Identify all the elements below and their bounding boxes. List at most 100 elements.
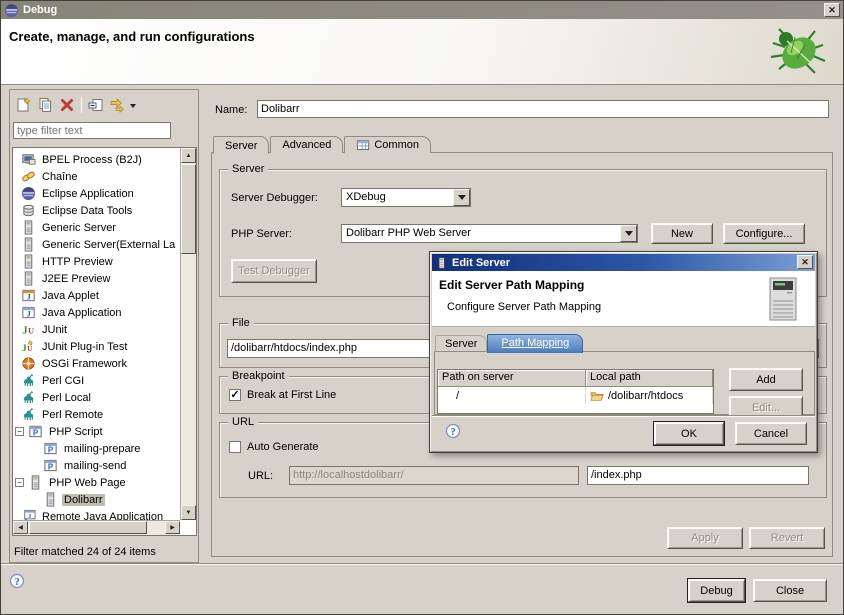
path-on-server-cell[interactable]: / (438, 387, 586, 404)
menu-caret-icon[interactable] (130, 104, 136, 111)
add-mapping-button[interactable]: Add (729, 368, 803, 391)
tree-item-eclipse-data-tools[interactable]: Eclipse Data Tools (13, 202, 180, 219)
collapse-expander-icon[interactable]: − (15, 478, 24, 487)
server-debugger-select[interactable]: XDebug (341, 188, 471, 207)
php-server-select[interactable]: Dolibarr PHP Web Server (341, 224, 638, 243)
auto-generate-checkbox[interactable]: Auto Generate (229, 441, 319, 453)
server-tower-icon (767, 277, 799, 321)
tree-item-bpel-process-b2j[interactable]: BPEL Process (B2J) (13, 151, 180, 168)
name-input[interactable]: Dolibarr (257, 100, 829, 118)
filter-launch-button[interactable] (107, 94, 129, 116)
sidebar-toolbar (12, 93, 140, 117)
tree-item-mailing-send[interactable]: mailing-send (13, 457, 180, 474)
scroll-left-icon[interactable]: ◀ (13, 521, 28, 534)
perl-icon (21, 407, 36, 422)
tree-item-junit-plug-in-test[interactable]: JUnit Plug-in Test (13, 338, 180, 355)
configure-server-button[interactable]: Configure... (723, 223, 805, 244)
tree-horizontal-scrollbar[interactable]: ◀ ▶ (13, 520, 180, 535)
tree-item-cha-ne[interactable]: Chaîne (13, 168, 180, 185)
duplicate-button[interactable] (34, 94, 56, 116)
tree-item-perl-local[interactable]: Perl Local (13, 389, 180, 406)
ok-button[interactable]: OK (654, 422, 724, 445)
cancel-button[interactable]: Cancel (735, 422, 807, 445)
scroll-down-icon[interactable]: ▼ (181, 505, 196, 520)
chevron-down-icon[interactable] (620, 225, 637, 242)
new-server-button[interactable]: New (651, 223, 713, 244)
tree-item-junit[interactable]: JUnit (13, 321, 180, 338)
tree-item-remote-java-application[interactable]: Remote Java Application (13, 508, 180, 520)
tree-vertical-scrollbar[interactable]: ▲ ▼ (180, 148, 196, 520)
local-path-cell[interactable]: /dolibarr/htdocs (586, 387, 713, 404)
tab-path-mapping[interactable]: Path Mapping (487, 334, 583, 353)
tree-item-mailing-prepare[interactable]: mailing-prepare (13, 440, 180, 457)
tree-item-label: Java Application (40, 307, 124, 319)
checkbox-unchecked-icon[interactable] (229, 441, 241, 453)
tree-item-eclipse-application[interactable]: Eclipse Application (13, 185, 180, 202)
server-icon (21, 254, 36, 269)
new-config-icon (15, 97, 31, 113)
close-button[interactable]: Close (753, 579, 827, 602)
path-mapping-table: Path on server Local path //dolibarr/htd… (437, 369, 714, 414)
java-application-icon (21, 305, 36, 320)
base-url-input[interactable]: http://localhostdolibarr/ (289, 466, 579, 485)
help-icon[interactable] (445, 423, 461, 439)
column-local-path[interactable]: Local path (586, 370, 713, 387)
page-title: Create, manage, and run configurations (9, 29, 255, 44)
scroll-up-icon[interactable]: ▲ (181, 148, 196, 163)
tab-server[interactable]: Server (213, 136, 269, 154)
tree-item-java-applet[interactable]: Java Applet (13, 287, 180, 304)
window-title: Debug (23, 4, 57, 16)
help-icon[interactable] (9, 573, 25, 589)
dialog-heading: Edit Server Path Mapping (439, 278, 584, 292)
scroll-thumb[interactable] (29, 521, 147, 534)
tree-item-generic-server-external-la[interactable]: Generic Server(External La (13, 236, 180, 253)
dialog-titlebar[interactable]: Edit Server ✕ (432, 254, 815, 271)
tree-item-perl-cgi[interactable]: Perl CGI (13, 372, 180, 389)
server-group-title: Server (228, 163, 268, 175)
tree-item-label: HTTP Preview (40, 256, 115, 268)
scroll-thumb[interactable] (181, 164, 196, 254)
scroll-right-icon[interactable]: ▶ (165, 521, 180, 534)
tree-item-generic-server[interactable]: Generic Server (13, 219, 180, 236)
tree-item-label: PHP Web Page (47, 477, 128, 489)
tab-advanced[interactable]: Advanced (270, 136, 343, 153)
config-tabbar: Server Advanced Common (213, 135, 432, 153)
collapse-expander-icon[interactable]: − (15, 427, 24, 436)
tree-item-http-preview[interactable]: HTTP Preview (13, 253, 180, 270)
delete-button[interactable] (56, 94, 78, 116)
break-first-line-checkbox[interactable]: ✓ Break at First Line (229, 389, 336, 401)
close-icon[interactable]: ✕ (797, 255, 813, 269)
tree-item-php-script[interactable]: −PHP Script (13, 423, 180, 440)
window-titlebar[interactable]: Debug ✕ (1, 1, 843, 19)
table-icon (356, 138, 370, 152)
server-icon (21, 237, 36, 252)
tree-item-osgi-framework[interactable]: OSGi Framework (13, 355, 180, 372)
tab-server[interactable]: Server (435, 335, 487, 352)
mapping-row[interactable]: //dolibarr/htdocs (438, 387, 713, 404)
revert-button[interactable]: Revert (749, 527, 825, 549)
auto-generate-label: Auto Generate (247, 441, 319, 453)
tree-item-perl-remote[interactable]: Perl Remote (13, 406, 180, 423)
server-debugger-label: Server Debugger: (231, 192, 318, 204)
new-config-button[interactable] (12, 94, 34, 116)
close-icon[interactable]: ✕ (824, 3, 840, 17)
edit-server-dialog: Edit Server ✕ Edit Server Path Mapping C… (429, 251, 818, 453)
tree-item-label: Generic Server(External La (40, 239, 177, 251)
url-path-input[interactable]: /index.php (587, 466, 809, 485)
toolbar-separator (81, 97, 82, 113)
eclipse-application-icon (21, 186, 36, 201)
apply-button[interactable]: Apply (667, 527, 743, 549)
column-path-on-server[interactable]: Path on server (438, 370, 586, 387)
header-banner: Create, manage, and run configurations (1, 19, 843, 85)
chevron-down-icon[interactable] (453, 189, 470, 206)
tree-item-php-web-page[interactable]: − PHP Web Page (13, 474, 180, 491)
debug-button[interactable]: Debug (688, 579, 745, 602)
tree-item-dolibarr[interactable]: Dolibarr (13, 491, 180, 508)
tab-common[interactable]: Common (344, 136, 431, 153)
tree-item-j2ee-preview[interactable]: J2EE Preview (13, 270, 180, 287)
filter-input[interactable] (13, 122, 171, 139)
test-debugger-button[interactable]: Test Debugger (231, 259, 317, 283)
tree-item-java-application[interactable]: Java Application (13, 304, 180, 321)
collapse-all-button[interactable] (85, 94, 107, 116)
checkbox-checked-icon[interactable]: ✓ (229, 389, 241, 401)
